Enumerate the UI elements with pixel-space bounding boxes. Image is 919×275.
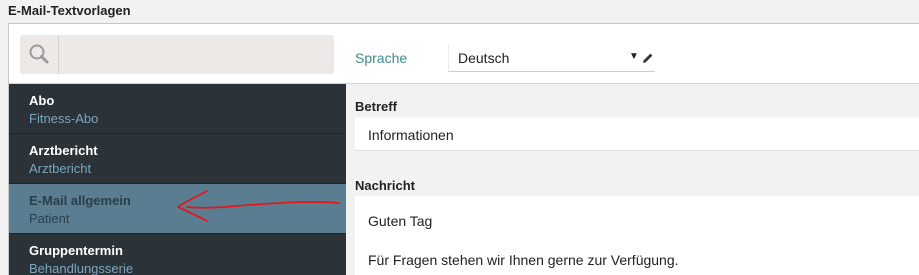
list-item-title: Arztbericht [29, 143, 98, 158]
subject-value: Informationen [368, 127, 454, 143]
language-label: Sprache [355, 50, 408, 66]
template-panel: Sprache Deutsch ▼ Abo Fitness-Abo Arztbe… [8, 23, 919, 275]
language-select[interactable]: Deutsch ▼ [448, 44, 655, 72]
search-input[interactable] [60, 35, 334, 74]
pencil-icon[interactable] [642, 51, 654, 69]
list-item-gruppentermin[interactable]: Gruppentermin Behandlungsserie [9, 234, 346, 275]
language-value: Deutsch [458, 50, 510, 66]
message-line: Für Fragen stehen wir Ihnen gerne zur Ve… [368, 252, 679, 268]
list-item-abo[interactable]: Abo Fitness-Abo [9, 84, 346, 134]
message-field[interactable]: Guten Tag Für Fragen stehen wir Ihnen ge… [355, 196, 919, 275]
message-label: Nachricht [355, 178, 415, 193]
template-list: Abo Fitness-Abo Arztbericht Arztbericht … [9, 84, 346, 275]
list-item-title: E-Mail allgemein [29, 193, 131, 208]
subject-label: Betreff [355, 99, 397, 114]
subject-field[interactable]: Informationen [355, 117, 919, 151]
page-title: E-Mail-Textvorlagen [8, 3, 131, 18]
list-item-subtitle: Arztbericht [29, 161, 92, 176]
list-item-subtitle: Behandlungsserie [29, 261, 134, 275]
list-item-subtitle: Patient [29, 211, 70, 226]
search-box [20, 35, 334, 74]
chevron-down-icon: ▼ [629, 51, 639, 62]
list-item-arztbericht[interactable]: Arztbericht Arztbericht [9, 134, 346, 184]
list-item-title: Gruppentermin [29, 243, 123, 258]
list-item-subtitle: Fitness-Abo [29, 111, 99, 126]
template-editor: Betreff Informationen Nachricht Guten Ta… [346, 84, 919, 275]
annotation-arrow [177, 190, 340, 222]
list-item-title: Abo [29, 93, 55, 108]
search-icon[interactable] [20, 35, 59, 74]
message-line: Guten Tag [368, 213, 433, 229]
